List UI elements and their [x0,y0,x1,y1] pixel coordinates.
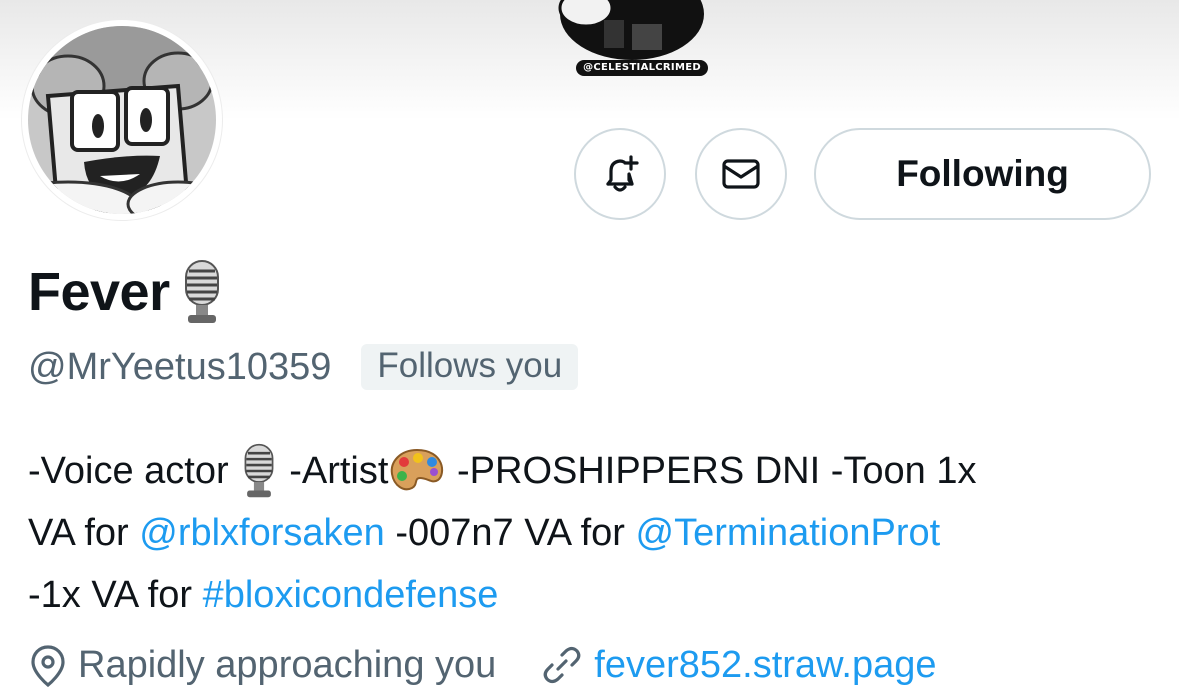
bio-line: VA for @rblxforsaken -007n7 VA for @Term… [28,502,1158,564]
bio-text: -007n7 VA for [384,512,636,554]
display-name-row: Fever [28,256,224,328]
bio-line: -1x VA for #bloxicondefense [28,564,1158,626]
follows-you-badge: Follows you [361,344,579,390]
bio-text: -Voice actor [28,450,229,492]
display-name: Fever [28,262,170,322]
mention-link[interactable]: @TerminationProt [636,502,941,564]
user-handle: @MrYeetus10359 [28,345,332,388]
location-pin-icon [31,645,65,687]
banner-artwork [558,0,704,60]
website-link[interactable]: fever852.straw.page [594,644,936,687]
profile-bio: -Voice actor -Artist -PROSHIPPERS DNI -T… [28,440,1158,626]
profile-meta-row: Rapidly approaching you fever852.straw.p… [28,640,937,690]
avatar-image [28,26,216,214]
envelope-icon [722,159,760,189]
bio-text: -1x VA for [28,574,203,616]
microphone-icon [244,443,274,498]
notify-button[interactable] [574,128,666,220]
hashtag-link[interactable]: #bloxicondefense [203,564,499,626]
bell-plus-icon [606,155,639,192]
following-button[interactable]: Following [814,128,1151,220]
artist-palette-icon [391,448,444,491]
message-button[interactable] [695,128,787,220]
bio-text: VA for [28,512,140,554]
banner-credit-label: @CELESTIALCRIMED [576,60,708,76]
bio-line: -Voice actor -Artist -PROSHIPPERS DNI -T… [28,440,1158,502]
bio-text: -PROSHIPPERS DNI -Toon 1x [446,450,977,492]
avatar[interactable] [22,20,222,220]
bio-text: -Artist [278,450,389,492]
link-icon [543,646,581,684]
handle-row: @MrYeetus10359 Follows you [28,342,579,392]
microphone-icon [184,260,219,323]
mention-link[interactable]: @rblxforsaken [139,502,385,564]
location-text: Rapidly approaching you [78,643,497,686]
